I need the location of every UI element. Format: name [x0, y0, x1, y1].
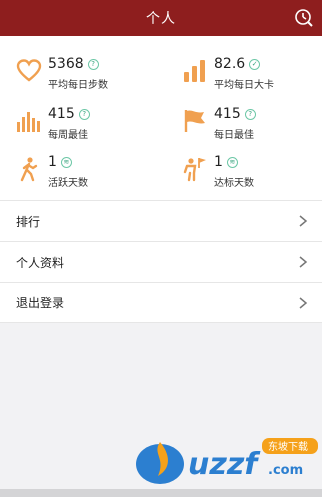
- stats-panel: 5368? 平均每日步数 82.6 ✓ 平均每日大卡 415? 每周最佳 415?…: [0, 36, 322, 200]
- stat-label: 活跃天数: [48, 178, 88, 189]
- menu-item-label: 个人资料: [16, 255, 65, 270]
- bar-chart-icon: [17, 112, 40, 132]
- watermark-logo: uzzf .com 东坡下载: [136, 438, 318, 484]
- chevron-right-icon: [299, 296, 308, 309]
- stat-weekly-best[interactable]: 415? 每周最佳: [16, 104, 156, 144]
- person-flag-icon: [183, 158, 206, 182]
- menu-item-label: 退出登录: [16, 296, 65, 310]
- menu-item-label: 排行: [16, 214, 41, 229]
- settings-menu: 排行 个人资料 退出登录: [0, 200, 322, 323]
- bars-icon: [184, 60, 205, 82]
- help-icon[interactable]: ?: [87, 58, 99, 70]
- help-icon[interactable]: ?: [78, 108, 90, 120]
- stat-label: 每日最佳: [214, 130, 254, 141]
- svg-text:uzzf: uzzf: [188, 447, 261, 482]
- chevron-right-icon: [299, 215, 308, 227]
- wave-icon[interactable]: ≋: [60, 156, 72, 168]
- heart-icon: [16, 59, 42, 82]
- stat-value: 415: [214, 106, 241, 122]
- stat-target-days[interactable]: 1 ≋ 达标天数: [182, 152, 322, 192]
- menu-item-ranking[interactable]: 排行: [0, 200, 322, 241]
- svg-text:东坡下载: 东坡下载: [268, 440, 308, 453]
- stat-value: 82.6: [214, 56, 246, 72]
- stat-avg-steps[interactable]: 5368? 平均每日步数: [16, 54, 156, 94]
- app-header: 个人: [0, 0, 322, 36]
- stat-value: 415: [48, 106, 75, 122]
- page-title: 个人: [146, 11, 176, 27]
- flag-icon: [184, 110, 205, 132]
- stat-label: 平均每日步数: [48, 80, 108, 91]
- bottom-tab-bar[interactable]: [0, 489, 322, 497]
- stat-label: 达标天数: [214, 178, 254, 189]
- wave-icon[interactable]: ≋: [226, 156, 238, 168]
- stat-value: 5368: [48, 56, 84, 72]
- stat-label: 每周最佳: [48, 130, 88, 141]
- stat-value: 1: [48, 154, 57, 170]
- menu-item-profile[interactable]: 个人资料: [0, 241, 322, 282]
- chevron-right-icon: [299, 256, 308, 268]
- menu-item-logout[interactable]: 退出登录: [0, 282, 322, 323]
- help-icon[interactable]: ?: [244, 108, 256, 120]
- stat-daily-best[interactable]: 415? 每日最佳: [182, 104, 322, 144]
- search-clock-icon[interactable]: [294, 8, 314, 28]
- stat-active-days[interactable]: 1 ≋ 活跃天数: [16, 152, 156, 192]
- walking-person-icon: [20, 157, 38, 182]
- stat-value: 1: [214, 154, 223, 170]
- check-icon[interactable]: ✓: [249, 58, 261, 70]
- svg-text:.com: .com: [268, 463, 303, 478]
- stat-avg-calories[interactable]: 82.6 ✓ 平均每日大卡: [182, 54, 322, 94]
- stat-label: 平均每日大卡: [214, 80, 274, 91]
